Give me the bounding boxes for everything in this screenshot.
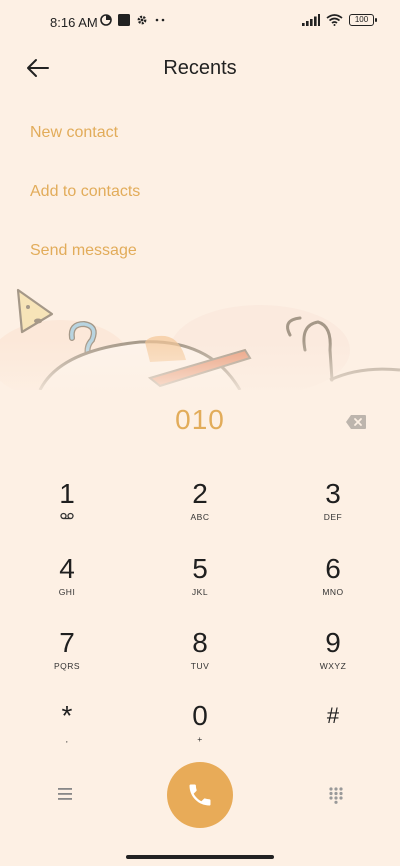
key-2[interactable]: 2 ABC (150, 478, 250, 540)
battery-level: 100 (354, 15, 369, 24)
status-icons-right: 100 (302, 14, 377, 26)
key-digit: 5 (192, 553, 208, 584)
key-digit: 8 (192, 627, 208, 658)
dialed-number: 010 (175, 404, 225, 435)
key-7[interactable]: 7 PQRS (17, 627, 117, 689)
key-8[interactable]: 8 TUV (150, 627, 250, 689)
new-contact-link[interactable]: New contact (30, 118, 140, 177)
square-app-icon (118, 14, 130, 26)
page-title: Recents (163, 57, 237, 79)
key-1[interactable]: 1 (17, 478, 117, 540)
key-letters: JKL (191, 587, 209, 597)
home-indicator[interactable] (126, 855, 274, 859)
action-menu: New contact Add to contacts Send message (30, 118, 140, 295)
key-letters: DEF (323, 512, 343, 522)
key-letters: WXYZ (319, 661, 347, 671)
phone-icon (189, 784, 211, 806)
data-saver-icon (100, 14, 112, 26)
key-digit: 9 (325, 627, 341, 658)
key-letters (283, 734, 383, 744)
decorative-illustration (0, 288, 400, 390)
status-bar: 8:16 AM 100 (0, 0, 400, 44)
key-6[interactable]: 6 MNO (283, 553, 383, 615)
key-9[interactable]: 9 WXYZ (283, 627, 383, 689)
key-digit: 1 (59, 478, 75, 509)
key-5[interactable]: 5 JKL (150, 553, 250, 615)
key-letters: , (65, 734, 69, 744)
key-letters: GHI (58, 587, 76, 597)
status-time: 8:16 AM (50, 15, 98, 30)
key-letters: TUV (190, 661, 210, 671)
key-letters: PQRS (53, 661, 81, 671)
signal-icon (302, 14, 320, 26)
key-digit: 0 (192, 700, 208, 731)
key-digit: 3 (325, 478, 341, 509)
add-to-contacts-link[interactable]: Add to contacts (30, 177, 140, 236)
key-letters: + (197, 734, 203, 744)
key-letters: MNO (322, 587, 344, 597)
hamburger-menu-icon[interactable] (56, 786, 74, 802)
call-button[interactable] (167, 762, 233, 828)
battery-icon: 100 (349, 14, 377, 26)
key-4[interactable]: 4 GHI (17, 553, 117, 615)
more-dots-icon (155, 18, 165, 22)
dialpad-icon[interactable] (328, 786, 344, 804)
key-digit: 4 (59, 553, 75, 584)
key-star[interactable]: * , (17, 700, 117, 762)
key-0[interactable]: 0 + (150, 700, 250, 762)
header: Recents (0, 44, 400, 94)
key-hash[interactable]: # (283, 700, 383, 762)
key-digit: 6 (325, 553, 341, 584)
key-3[interactable]: 3 DEF (283, 478, 383, 540)
status-icons-left (100, 14, 166, 26)
wifi-icon (326, 14, 343, 26)
voicemail-icon (17, 512, 117, 522)
key-digit: 2 (192, 478, 208, 509)
gear-icon (137, 15, 147, 25)
key-digit: * (61, 700, 73, 731)
key-letters: ABC (190, 512, 210, 522)
key-digit: 7 (59, 627, 75, 658)
key-digit: # (326, 703, 340, 728)
backspace-icon[interactable] (345, 414, 367, 430)
